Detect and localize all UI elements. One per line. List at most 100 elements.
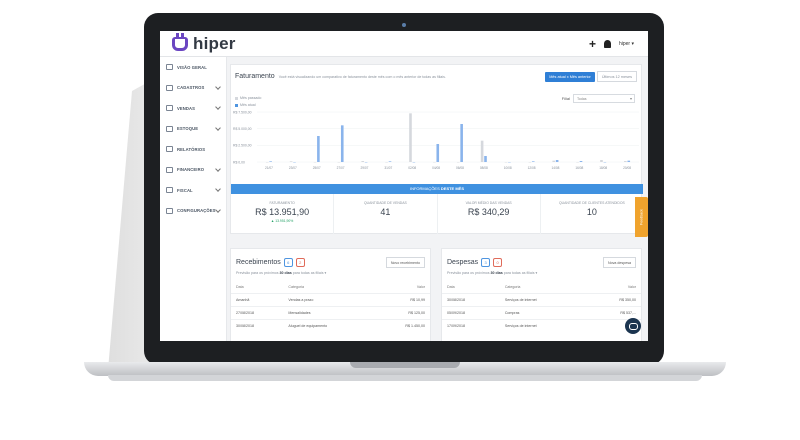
recebimentos-card: Recebimentos 6 2 Novo recebimento Previs… [230,248,431,341]
recebimentos-count-badge[interactable]: 6 [283,258,293,267]
chart-bar [317,136,320,162]
despesas-title: Despesas [447,259,479,266]
hint-text: Previsão para os próximos [236,271,279,275]
hint-days: 30 dias [490,271,503,275]
kpi-label: QUANTIDADE DE VENDAS [363,201,407,205]
logo[interactable]: hiper [172,32,236,54]
info-bar-strong: DESTE MÊS [440,186,465,191]
kpi-value: 10 [586,207,597,217]
sidebar-item-label: CONFIGURAÇÕES [177,208,216,214]
kpi-label: QUANTIDADE DE CLIENTES ATENDIDOS [559,201,625,205]
faturamento-card: Faturamento Você está visualizando um co… [230,64,643,234]
sidebar-item-label: FISCAL [177,187,193,193]
despesas-overdue-badge[interactable]: 0 [493,258,503,267]
sidebar-item-relatorios[interactable]: RELATÓRIOS [160,139,226,160]
bell-icon[interactable] [603,39,611,48]
kpi-value: R$ 340,29 [467,207,510,217]
chart-bar [579,161,583,162]
sidebar-item-visao-geral[interactable]: VISÃO GERAL [160,57,226,78]
kpi-label: FATURAMENTO [269,201,295,205]
kpi-row: FATURAMENTO R$ 13.951,90 ▲ 13.951,90% QU… [231,194,643,234]
hint-text: para todas as filiais ▾ [503,271,538,275]
feedback-tab[interactable]: Feedback [635,197,648,237]
cell-date: 30/08/2018 [442,293,500,307]
despesas-table: Data Categoria Valor 30/08/2018 Serviços de… [442,281,641,332]
chevron-down-icon [215,124,221,131]
x-tick-label: 10/08 [504,166,512,170]
x-tick-label: 08/08 [480,166,488,170]
money-icon [166,166,173,173]
info-bar: INFORMAÇÕES DESTE MÊS [231,184,643,194]
chart-legend: Mês passado Mês atual [235,95,261,109]
cell-category: Compras [499,306,587,320]
legend-item-curr[interactable]: Mês atual [235,102,261,109]
sidebar-item-label: ESTOQUE [177,126,199,132]
cart-icon [166,105,173,112]
table-row[interactable]: 30/08/2018 Serviços de internet R$ 350,00 [442,293,641,307]
chart-bar [531,161,535,162]
plus-icon[interactable]: + [589,38,596,50]
cell-category: Vendas a prazo [283,293,375,307]
table-row[interactable]: 30/08/2018 Aluguel de equipamento R$ 1.450… [231,319,430,332]
camera-dot [402,23,406,27]
table-row[interactable]: 27/08/2018 Mensalidades R$ 125,00 [231,306,430,320]
info-bar-prefix: INFORMAÇÕES [409,186,440,191]
chevron-down-icon [215,83,221,90]
cell-value: R$ 10,99 [374,293,430,307]
sidebar-item-label: VISÃO GERAL [177,64,207,70]
last-12-months-button[interactable]: Últimos 12 meses [596,71,637,82]
sidebar-item-configuracoes[interactable]: CONFIGURAÇÕES [160,201,226,222]
column-header: Valor [416,285,425,289]
column-header: Valor [627,285,636,289]
cell-date: 30/08/2018 [231,319,284,332]
sidebar-item-label: FINANCEIRO [177,167,205,173]
sidebar-item-cadastros[interactable]: CADASTROS [160,78,226,99]
cell-value: R$ 350,00 [586,293,641,307]
cell-date: 05/09/2018 [442,306,500,320]
despesas-hint[interactable]: Previsão para os próximos 30 dias para t… [442,268,641,275]
nova-despesa-button[interactable]: Nova despesa [603,257,636,268]
despesas-count-badge[interactable]: 3 [481,258,491,267]
user-menu[interactable]: hiper ▾ [619,41,634,47]
filial-filter: Filial Todas [562,94,635,103]
table-row[interactable]: Amanhã Vendas a prazo R$ 10,99 [231,293,430,307]
hint-text: Previsão para os próximos [447,271,490,275]
document-icon [166,187,173,194]
filial-select[interactable]: Todas [573,94,635,103]
y-tick-label: R$ 2.500,00 [233,144,252,148]
x-tick-label: 25/07 [313,166,321,170]
sidebar-item-fiscal[interactable]: FISCAL [160,180,226,201]
kpi-quantidade-vendas: QUANTIDADE DE VENDAS 41 [334,194,438,234]
chart-bar [552,160,556,162]
table-row[interactable]: 05/09/2018 Compras R$ 537,... [442,306,641,320]
recebimentos-hint[interactable]: Previsão para os próximos 30 dias para t… [231,268,430,275]
legend-label: Mês atual [240,103,256,107]
hint-text: para todas as filiais ▾ [292,271,327,275]
recebimentos-overdue-badge[interactable]: 2 [295,258,305,267]
x-tick-label: 31/07 [384,166,392,170]
sidebar-item-financeiro[interactable]: FINANCEIRO [160,160,226,181]
faturamento-chart: R$ 7.500,00 R$ 5.000,00 R$ 2.500,00 R$ 0,00… [233,110,639,170]
chart-bar [460,124,463,162]
cell-category: Aluguel de equipamento [283,319,375,332]
table-header-row: Data Categoria Valor [231,281,430,294]
legend-item-prev[interactable]: Mês passado [235,95,261,102]
chart-bar [624,161,627,162]
novo-recebimento-button[interactable]: Novo recebimento [385,257,425,268]
gear-icon [166,207,173,214]
chart-bar [480,140,484,162]
sidebar-item-label: VENDAS [177,105,196,111]
kpi-delta: ▲ 13.951,90% [270,219,294,223]
x-tick-label: 04/08 [432,166,440,170]
sidebar-item-vendas[interactable]: VENDAS [160,98,226,119]
chevron-down-icon [215,186,221,193]
column-header: Categoria [504,285,521,289]
cell-date: 17/09/2018 [442,319,500,332]
hint-days: 30 dias [279,271,292,275]
table-row[interactable]: 17/09/2018Serviços de internetR$ 3... [442,319,641,332]
month-compare-button[interactable]: Mês atual x Mês anterior [545,71,595,82]
cell-date: Amanhã [231,293,284,307]
sidebar-item-estoque[interactable]: ESTOQUE [160,119,226,140]
sidebar-item-label: RELATÓRIOS [177,146,206,152]
chat-bubble-icon[interactable] [625,318,641,334]
